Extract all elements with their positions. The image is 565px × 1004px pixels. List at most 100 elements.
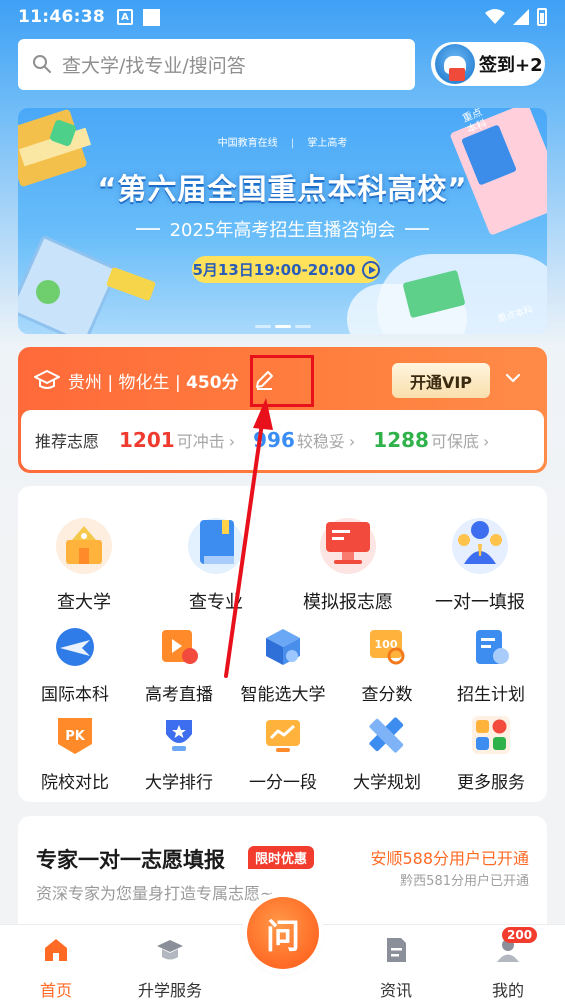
service-label: 大学排行 <box>145 773 213 793</box>
plane-icon <box>56 628 94 666</box>
chevron-right-icon: › <box>228 432 236 451</box>
expert-title: 专家一对一志愿填报 <box>36 848 225 872</box>
banner-tag-decoration <box>105 266 157 302</box>
service-ranking[interactable]: 大学排行 <box>126 714 232 793</box>
recommendation-row: 推荐志愿 1201 可冲击 › 996 较稳妥 › 1288 可保底 › <box>21 410 544 470</box>
ask-button[interactable]: 问 <box>247 897 319 969</box>
status-time: 11:46:38 <box>18 7 105 27</box>
chevron-right-icon: › <box>348 432 356 451</box>
service-check-score[interactable]: 100 查分数 <box>334 626 440 705</box>
live-icon <box>162 630 198 664</box>
notification-a-icon: A <box>116 9 133 25</box>
service-smart-select[interactable]: 智能选大学 <box>230 626 336 705</box>
pk-icon: PK <box>58 718 92 754</box>
recommend-count: 1201 <box>119 428 175 452</box>
nav-label: 我的 <box>491 981 524 1000</box>
service-label: 招生计划 <box>457 685 525 705</box>
service-live[interactable]: 高考直播 <box>126 626 232 705</box>
document-icon <box>387 938 406 962</box>
grad-cap-icon <box>157 940 183 960</box>
recommendation-label: 推荐志愿 <box>35 432 100 451</box>
svg-text:PK: PK <box>65 729 86 744</box>
battery-icon <box>537 8 547 26</box>
checkin-label: 签到+2 <box>479 55 543 76</box>
recommend-stable[interactable]: 996 较稳妥 › <box>253 428 355 452</box>
banner-dot <box>254 325 271 328</box>
service-university-plan[interactable]: 大学规划 <box>334 714 440 793</box>
book-icon <box>188 518 244 574</box>
service-label: 查大学 <box>57 592 111 613</box>
service-compare[interactable]: PK 院校对比 <box>22 714 128 793</box>
recommend-count: 996 <box>253 428 295 452</box>
expert-notice: 安顺588分用户已开通 <box>370 849 529 868</box>
grid-icon <box>472 716 510 754</box>
banner-title: “第六届全国重点本科高校” <box>97 172 468 206</box>
notification-square-icon <box>142 8 160 26</box>
home-icon <box>45 939 67 961</box>
service-score-segment[interactable]: 一分一段 <box>230 714 336 793</box>
score-info: 贵州 | 物化生 | 450分 <box>68 372 239 393</box>
advisor-icon <box>452 518 508 574</box>
subjects: 物化生 <box>118 372 170 393</box>
nav-news[interactable]: 资讯 <box>346 935 446 1001</box>
service-label: 查分数 <box>361 685 413 705</box>
banner-subtitle: 2025年高考招生直播咨询会 <box>169 220 396 241</box>
school-icon <box>56 518 112 574</box>
cube-icon <box>266 629 300 665</box>
service-one-on-one[interactable]: 一对一填报 <box>414 510 546 614</box>
service-more[interactable]: 更多服务 <box>438 714 544 793</box>
nav-mine[interactable]: 我的 <box>458 935 558 1001</box>
bottom-navigation: 首页 升学服务 问 资讯 我的 200 <box>0 897 565 1004</box>
recommend-count: 1288 <box>373 428 429 452</box>
recommend-safe[interactable]: 1288 可保底 › <box>373 428 489 452</box>
recommend-desc: 可冲击 <box>176 432 225 451</box>
service-mock-application[interactable]: 模拟报志愿 <box>282 510 414 614</box>
service-find-university[interactable]: 查大学 <box>18 510 150 614</box>
banner-dot <box>294 325 311 328</box>
service-label: 国际本科 <box>41 685 109 705</box>
promo-banner[interactable]: 重点本科 重点本科 中国教育在线 | 掌上高考 “第六届全国重点本科高校” 20… <box>18 108 547 334</box>
service-international[interactable]: 国际本科 <box>22 626 128 705</box>
trophy-icon <box>166 720 192 751</box>
service-label: 高考直播 <box>145 685 213 705</box>
search-input[interactable]: 查大学/找专业/搜问答 <box>18 38 415 90</box>
graduation-cap-icon <box>34 370 60 389</box>
recommend-aggressive[interactable]: 1201 可冲击 › <box>119 428 235 452</box>
service-label: 智能选大学 <box>240 685 326 705</box>
checkin-button[interactable]: 签到+2 <box>431 42 545 86</box>
wifi-icon <box>485 9 505 24</box>
search-icon <box>33 55 51 73</box>
signal-icon <box>513 9 529 25</box>
chevron-down-icon[interactable] <box>504 369 522 387</box>
banner-time: 5月13日19:00-20:00 <box>192 261 356 279</box>
edit-highlight-box <box>250 355 314 407</box>
search-row: 查大学/找专业/搜问答 签到+2 <box>18 38 548 90</box>
service-label: 一分一段 <box>249 773 317 793</box>
nav-service[interactable]: 升学服务 <box>120 935 220 1001</box>
banner-book-decoration <box>18 234 120 334</box>
service-label: 查专业 <box>189 592 243 613</box>
service-enroll-plan[interactable]: 招生计划 <box>438 626 544 705</box>
score-card: 贵州 | 物化生 | 450分 开通VIP 推荐志愿 1201 可冲击 › 99… <box>18 347 547 473</box>
score-icon: 100 <box>370 630 405 665</box>
status-bar: 11:46:38 A <box>0 0 565 34</box>
open-vip-button[interactable]: 开通VIP <box>392 363 490 398</box>
nav-label: 资讯 <box>379 981 412 1000</box>
logo-eol: 中国教育在线 <box>217 138 278 149</box>
banner-dot-active <box>274 325 291 328</box>
banner-subtitle-row: 2025年高考招生直播咨询会 <box>18 216 547 242</box>
checkin-mascot-icon <box>435 44 475 84</box>
chevron-right-icon: › <box>482 432 490 451</box>
plan-icon <box>476 630 509 664</box>
service-label: 更多服务 <box>457 773 525 793</box>
recommend-desc: 可保底 <box>430 432 479 451</box>
banner-logos: 中国教育在线 | 掌上高考 <box>217 138 348 149</box>
service-find-major[interactable]: 查专业 <box>150 510 282 614</box>
service-label: 大学规划 <box>353 773 421 793</box>
search-placeholder: 查大学/找专业/搜问答 <box>62 54 246 77</box>
banner-pagination <box>18 325 547 328</box>
nav-home[interactable]: 首页 <box>6 935 106 1001</box>
banner-flower-decoration <box>36 280 60 304</box>
service-label: 模拟报志愿 <box>303 592 393 613</box>
ruler-icon <box>369 717 404 753</box>
